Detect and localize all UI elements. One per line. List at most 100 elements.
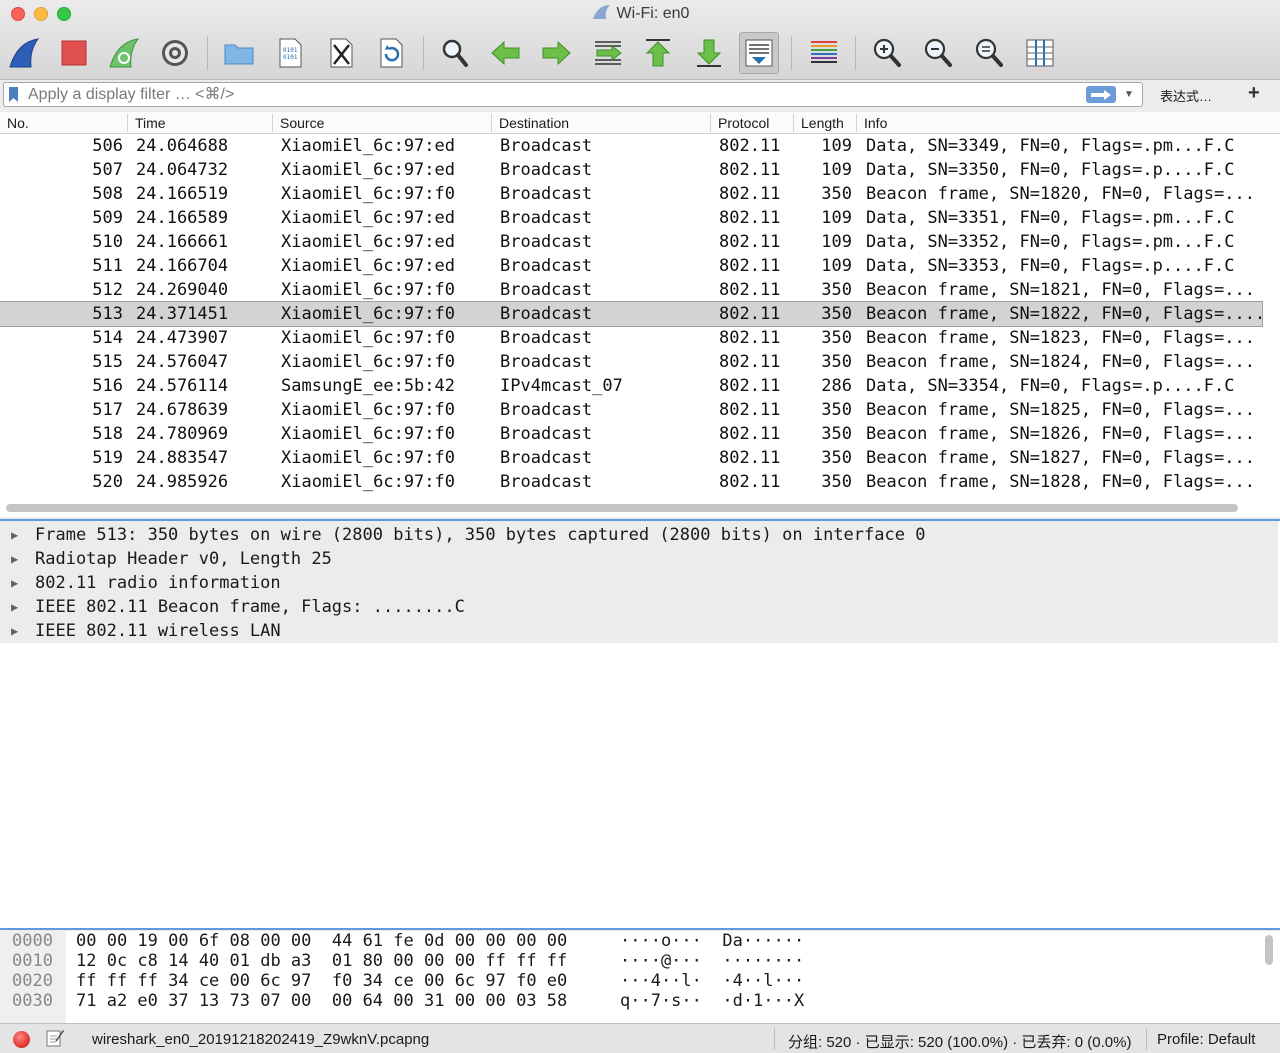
hex-bytes[interactable]: 71 a2 e0 37 13 73 07 00 00 64 00 31 00 0… xyxy=(76,991,567,1011)
expand-triangle-icon[interactable]: ▶ xyxy=(11,547,18,571)
zoom-in-button[interactable] xyxy=(867,32,907,74)
capture-options-button[interactable] xyxy=(155,32,195,74)
column-header-length[interactable]: Length xyxy=(801,115,844,131)
window-titlebar: Wi-Fi: en0 0101 0101 xyxy=(0,0,1280,80)
detail-tree-item[interactable]: ▶ Frame 513: 350 bytes on wire (2800 bits… xyxy=(0,523,1278,547)
detail-tree-item[interactable]: ▶ IEEE 802.11 wireless LAN xyxy=(0,619,1278,643)
add-filter-button[interactable]: + xyxy=(1248,82,1260,105)
capture-comment-icon[interactable] xyxy=(46,1028,64,1048)
detail-tree-item[interactable]: ▶ IEEE 802.11 Beacon frame, Flags: ......… xyxy=(0,595,1278,619)
packet-row[interactable]: 510 24.166661 XiaomiEl_6c:97:ed Broadcast 80… xyxy=(0,230,1262,254)
normal-size-button[interactable] xyxy=(969,32,1009,74)
apply-filter-button[interactable] xyxy=(1086,86,1116,103)
column-divider[interactable] xyxy=(127,114,128,132)
detail-tree-item[interactable]: ▶ 802.11 radio information xyxy=(0,571,1278,595)
cell-protocol: 802.11 xyxy=(719,376,781,396)
packet-list-horizontal-scrollbar[interactable] xyxy=(6,504,1238,512)
zoom-out-button[interactable] xyxy=(918,32,958,74)
cell-length: 350 xyxy=(821,352,852,372)
cell-protocol: 802.11 xyxy=(719,472,781,492)
go-forward-button[interactable] xyxy=(536,32,576,74)
expression-button[interactable]: 表达式… xyxy=(1160,86,1212,105)
packet-row[interactable]: 518 24.780969 XiaomiEl_6c:97:f0 Broadcast 80… xyxy=(0,422,1262,446)
packet-row[interactable]: 520 24.985926 XiaomiEl_6c:97:f0 Broadcast 80… xyxy=(0,470,1262,494)
packet-row[interactable]: 511 24.166704 XiaomiEl_6c:97:ed Broadcast 80… xyxy=(0,254,1262,278)
column-header-info[interactable]: Info xyxy=(864,115,887,131)
main-toolbar: 0101 0101 xyxy=(0,30,1280,76)
packet-row[interactable]: 506 24.064688 XiaomiEl_6c:97:ed Broadcast 80… xyxy=(0,134,1262,158)
cell-destination: Broadcast xyxy=(500,232,593,252)
find-packet-button[interactable] xyxy=(435,32,475,74)
hex-row: 0030 71 a2 e0 37 13 73 07 00 00 64 00 31 … xyxy=(0,991,1280,1011)
column-divider[interactable] xyxy=(491,114,492,132)
display-filter-input[interactable] xyxy=(28,84,1078,105)
packet-row[interactable]: 515 24.576047 XiaomiEl_6c:97:f0 Broadcast 80… xyxy=(0,350,1262,374)
hex-bytes[interactable]: 12 0c c8 14 40 01 db a3 01 80 00 00 00 f… xyxy=(76,951,567,971)
column-header-destination[interactable]: Destination xyxy=(499,115,569,131)
stop-capture-button[interactable] xyxy=(54,32,94,74)
cell-time: 24.166589 xyxy=(136,208,229,228)
hex-bytes[interactable]: ff ff ff 34 ce 00 6c 97 f0 34 ce 00 6c 9… xyxy=(76,971,567,991)
column-divider[interactable] xyxy=(856,114,857,132)
column-header-time[interactable]: Time xyxy=(135,115,166,131)
cell-length: 286 xyxy=(821,376,852,396)
cell-destination: Broadcast xyxy=(500,328,593,348)
column-divider[interactable] xyxy=(710,114,711,132)
packet-row[interactable]: 516 24.576114 SamsungE_ee:5b:42 IPv4mcast_0… xyxy=(0,374,1262,398)
column-header-no[interactable]: No. xyxy=(7,115,29,131)
expert-info-led-icon[interactable] xyxy=(13,1031,30,1048)
first-packet-button[interactable] xyxy=(638,32,678,74)
save-file-button[interactable]: 0101 0101 xyxy=(270,32,310,74)
open-file-button[interactable] xyxy=(219,32,259,74)
hex-ascii[interactable]: q··7·s·· ·d·1···X xyxy=(620,991,804,1011)
column-divider[interactable] xyxy=(272,114,273,132)
packet-row-selected[interactable]: 513 24.371451 XiaomiEl_6c:97:f0 Broadcast 80… xyxy=(0,301,1265,327)
expand-triangle-icon[interactable]: ▶ xyxy=(11,619,18,643)
packet-row[interactable]: 507 24.064732 XiaomiEl_6c:97:ed Broadcast 80… xyxy=(0,158,1262,182)
packet-row[interactable]: 514 24.473907 XiaomiEl_6c:97:f0 Broadcast 80… xyxy=(0,326,1262,350)
cell-time: 24.883547 xyxy=(136,448,229,468)
recent-filters-dropdown[interactable]: ▼ xyxy=(1122,86,1136,103)
expand-triangle-icon[interactable]: ▶ xyxy=(11,523,18,547)
expand-triangle-icon[interactable]: ▶ xyxy=(11,595,18,619)
column-header-protocol[interactable]: Protocol xyxy=(718,115,769,131)
cell-info: Beacon frame, SN=1824, FN=0, Flags=... xyxy=(866,352,1255,372)
svg-text:0101: 0101 xyxy=(283,47,298,54)
cell-length: 350 xyxy=(821,184,852,204)
cell-time: 24.473907 xyxy=(136,328,229,348)
reload-file-button[interactable] xyxy=(371,32,411,74)
hex-ascii[interactable]: ····@··· ········ xyxy=(620,951,804,971)
profile-switcher[interactable]: Profile: Default xyxy=(1157,1031,1255,1048)
hex-ascii[interactable]: ····o··· Da······ xyxy=(620,931,804,951)
colorize-button[interactable] xyxy=(804,32,844,74)
restart-capture-button[interactable] xyxy=(104,32,144,74)
packet-row[interactable]: 519 24.883547 XiaomiEl_6c:97:f0 Broadcast 80… xyxy=(0,446,1262,470)
expand-triangle-icon[interactable]: ▶ xyxy=(11,571,18,595)
hex-ascii[interactable]: ···4··l· ·4··l··· xyxy=(620,971,804,991)
packet-row[interactable]: 509 24.166589 XiaomiEl_6c:97:ed Broadcast 80… xyxy=(0,206,1262,230)
bookmark-icon[interactable] xyxy=(8,86,19,103)
last-packet-button[interactable] xyxy=(689,32,729,74)
hex-row: 0000 00 00 19 00 6f 08 00 00 44 61 fe 0d … xyxy=(0,931,1280,951)
go-back-button[interactable] xyxy=(486,32,526,74)
column-header-source[interactable]: Source xyxy=(280,115,324,131)
cell-time: 24.064732 xyxy=(136,160,229,180)
autoscroll-button[interactable] xyxy=(739,32,779,74)
detail-tree-item[interactable]: ▶ Radiotap Header v0, Length 25 xyxy=(0,547,1278,571)
packet-row[interactable]: 517 24.678639 XiaomiEl_6c:97:f0 Broadcast 80… xyxy=(0,398,1262,422)
cell-info: Beacon frame, SN=1820, FN=0, Flags=... xyxy=(866,184,1255,204)
bytes-vertical-scrollbar[interactable] xyxy=(1265,935,1273,965)
cell-info: Beacon frame, SN=1825, FN=0, Flags=... xyxy=(866,400,1255,420)
hex-row: 0010 12 0c c8 14 40 01 db a3 01 80 00 00 … xyxy=(0,951,1280,971)
packet-row[interactable]: 512 24.269040 XiaomiEl_6c:97:f0 Broadcast 80… xyxy=(0,278,1262,302)
hex-bytes[interactable]: 00 00 19 00 6f 08 00 00 44 61 fe 0d 00 0… xyxy=(76,931,567,951)
resize-columns-button[interactable] xyxy=(1020,32,1060,74)
cell-no: 507 xyxy=(92,160,123,180)
close-file-button[interactable] xyxy=(321,32,361,74)
cell-protocol: 802.11 xyxy=(719,256,781,276)
go-to-packet-button[interactable] xyxy=(588,32,628,74)
packet-row[interactable]: 508 24.166519 XiaomiEl_6c:97:f0 Broadcast 80… xyxy=(0,182,1262,206)
column-divider[interactable] xyxy=(793,114,794,132)
start-capture-button[interactable] xyxy=(4,32,44,74)
display-filter-bar: ▼ 表达式… + xyxy=(0,80,1280,110)
